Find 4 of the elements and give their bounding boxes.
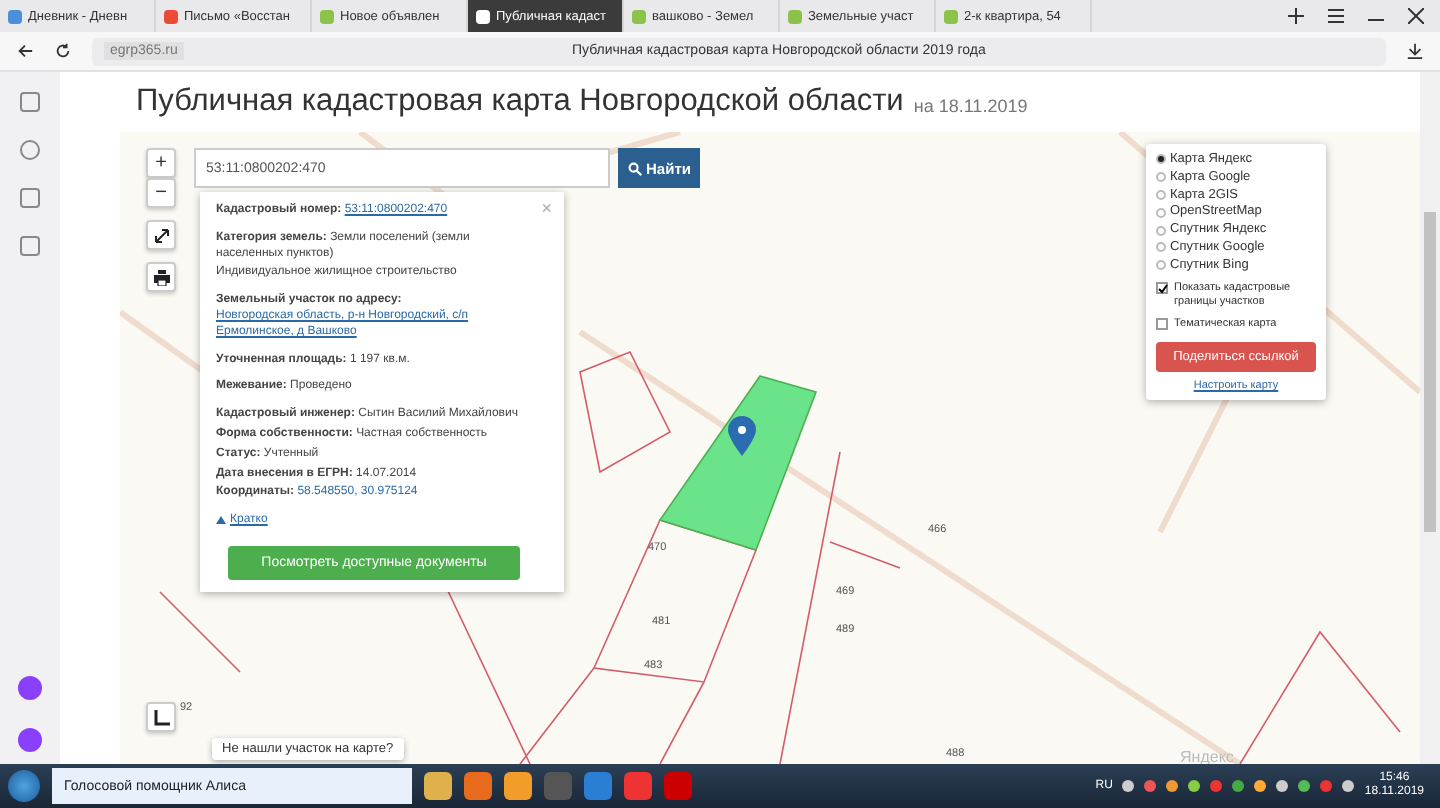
page-heading: Публичная кадастровая карта Новгородской области: [136, 84, 904, 120]
zoom-in-button[interactable]: +: [146, 148, 176, 178]
date-text: на 18.11.2019: [913, 96, 1028, 116]
zoom-out-button[interactable]: −: [146, 178, 176, 208]
